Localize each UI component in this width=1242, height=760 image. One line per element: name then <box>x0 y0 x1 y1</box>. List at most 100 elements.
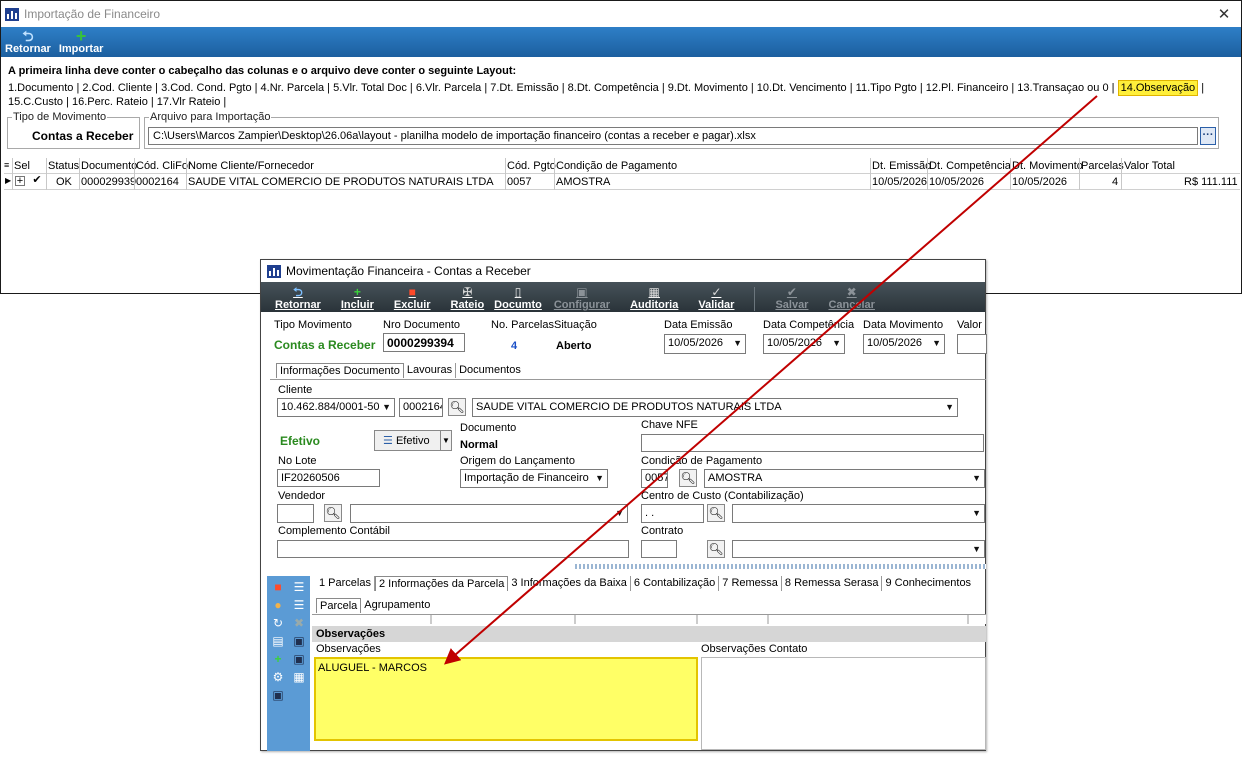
highlight-observacao: 14.Observação <box>1117 80 1199 96</box>
situacao-value: Aberto <box>556 340 592 352</box>
layout-heading: A primeira linha deve conter o cabeçalho… <box>8 65 517 77</box>
delete-icon: ■ <box>408 285 416 299</box>
plus-icon: + <box>75 26 87 46</box>
auditoria-button[interactable]: ▦ Auditoria <box>630 285 678 311</box>
delete-icon[interactable]: ■ <box>270 580 286 594</box>
retornar-button[interactable]: ⮌ Retornar <box>5 29 51 55</box>
browse-button[interactable]: ··· <box>1200 127 1216 145</box>
calendar-icon[interactable]: ▤ <box>270 634 286 648</box>
salvar-button[interactable]: ✔ Salvar <box>775 285 808 311</box>
search-icon[interactable]: 🔍︎ <box>448 398 466 416</box>
splitter-handle[interactable] <box>575 564 986 569</box>
tab-divider <box>270 379 986 380</box>
cond-pgto-cod-field[interactable]: 0057 <box>641 469 668 488</box>
import-window-title: Importação de Financeiro <box>24 7 161 21</box>
origem-dropdown[interactable]: Importação de Financeiro <box>460 469 608 488</box>
list-icon[interactable]: ☰ <box>291 580 307 594</box>
arquivo-group: Arquivo para Importação C:\Users\Marcos … <box>144 111 1219 149</box>
expand-icon[interactable]: + <box>15 176 25 187</box>
tab-remessa[interactable]: 7 Remessa <box>719 576 782 591</box>
movimentacao-window: Movimentação Financeira - Contas a Receb… <box>260 259 987 751</box>
validar-button[interactable]: ✓ Validar <box>698 285 734 311</box>
data-emissao-picker[interactable]: 10/05/2026 <box>664 334 746 354</box>
no-parcelas-value: 4 <box>511 340 518 352</box>
tipo-movimento-value: Contas a Receber <box>32 129 134 143</box>
cond-pgto-dropdown[interactable]: AMOSTRA <box>704 469 985 488</box>
configurar-button[interactable]: ▣ Configurar <box>554 285 610 311</box>
list-icon[interactable]: ☰ <box>291 598 307 612</box>
data-movimento-picker[interactable]: 10/05/2026 <box>863 334 945 354</box>
arquivo-path-input[interactable]: C:\Users\Marcos Zampier\Desktop\26.06a\l… <box>148 127 1198 145</box>
row-checkbox[interactable]: ✔ <box>32 175 42 186</box>
no-lote-field[interactable]: IF20260506 <box>277 469 380 487</box>
tab-parcela[interactable]: Parcela <box>316 598 362 613</box>
chave-nfe-field[interactable] <box>641 434 984 452</box>
undo-icon: ⮌ <box>293 285 303 299</box>
tab-parcelas[interactable]: 1 Parcelas <box>316 576 375 591</box>
incluir-button[interactable]: + Incluir <box>341 285 374 311</box>
gear-icon[interactable]: ⚙ <box>270 670 286 684</box>
tab-informacoes-documento[interactable]: Informações Documento <box>276 363 404 378</box>
left-toolbar: ■ ☰ ● ☰ ↻ ✖ ▤ ▣ + ▣ ⚙ ▦ ▣ <box>267 576 310 751</box>
tab-lavouras[interactable]: Lavouras <box>404 363 457 378</box>
search-icon[interactable]: 🔍︎ <box>707 504 725 522</box>
grid-icon[interactable]: ▦ <box>291 670 307 684</box>
printer-icon[interactable]: ▣ <box>291 634 307 648</box>
refresh-icon[interactable]: ↻ <box>270 616 286 630</box>
tab-conhecimentos[interactable]: 9 Conhecimentos <box>882 576 974 591</box>
documento-button[interactable]: ▯ Documto <box>494 285 542 311</box>
efetivo-button[interactable]: ☰ Efetivo ▼ <box>374 430 452 451</box>
contrato-dropdown[interactable] <box>732 540 985 558</box>
rateio-button[interactable]: ✠ Rateio <box>451 285 485 311</box>
tab-informacoes-baixa[interactable]: 3 Informações da Baixa <box>508 576 631 591</box>
columns-icon[interactable]: ≡ <box>4 160 9 170</box>
search-icon[interactable]: 🔍︎ <box>679 469 697 487</box>
centro-custo-dropdown[interactable] <box>732 504 985 523</box>
coins-icon[interactable]: ● <box>270 598 286 612</box>
cnpj-dropdown[interactable]: 10.462.884/0001-50 <box>277 398 395 417</box>
plus-icon[interactable]: + <box>270 652 286 666</box>
grid-icon: ▦ <box>648 285 660 299</box>
printer-icon[interactable]: ▣ <box>291 652 307 666</box>
layout-description: 1.Documento | 2.Cod. Cliente | 3.Cod. Co… <box>8 80 1205 108</box>
importar-button[interactable]: + Importar <box>59 26 104 55</box>
excluir-button[interactable]: ■ Excluir <box>394 285 431 311</box>
list-icon: ☰ <box>383 435 393 447</box>
tab-informacoes-parcela[interactable]: 2 Informações da Parcela <box>374 576 509 591</box>
cancelar-button[interactable]: ✖ Cancelar <box>828 285 874 311</box>
search-icon[interactable]: 🔍︎ <box>707 540 725 558</box>
tab-remessa-serasa[interactable]: 8 Remessa Serasa <box>782 576 883 591</box>
contrato-field[interactable] <box>641 540 677 558</box>
table-row[interactable]: ▶ + ✔ OK 000029939 0002164 SAUDE VITAL C… <box>4 174 1240 190</box>
tab-agrupamento[interactable]: Agrupamento <box>361 598 433 613</box>
save-icon: ✔ <box>786 285 797 299</box>
vendedor-dropdown[interactable] <box>350 504 628 523</box>
centro-custo-field[interactable]: . . <box>641 504 704 523</box>
app-icon <box>267 264 281 278</box>
import-window: Importação de Financeiro ✕ ⮌ Retornar + … <box>0 0 1242 294</box>
ribbon-separator <box>754 287 756 311</box>
observacoes-section-header: Observações <box>312 626 986 642</box>
tab-documentos[interactable]: Documentos <box>456 363 524 378</box>
tab-contabilizacao[interactable]: 6 Contabilização <box>631 576 720 591</box>
retornar-button[interactable]: ⮌ Retornar <box>275 285 321 311</box>
app-icon <box>5 7 19 21</box>
search-icon[interactable]: 🔍︎ <box>324 504 342 522</box>
complemento-contabil-field[interactable] <box>277 540 629 558</box>
plus-icon: + <box>353 285 361 299</box>
cod-cliente-field[interactable]: 0002164 <box>399 398 443 417</box>
nro-documento-field[interactable]: 0000299394 <box>383 333 465 352</box>
document-icon: ▯ <box>514 285 522 299</box>
valor-field[interactable] <box>957 334 987 354</box>
rateio-icon: ✠ <box>462 285 473 299</box>
chevron-down-icon[interactable]: ▼ <box>440 431 451 450</box>
close-icon[interactable]: ✖ <box>291 616 307 630</box>
cliente-nome-dropdown[interactable]: SAUDE VITAL COMERCIO DE PRODUTOS NATURAI… <box>472 398 958 417</box>
observacoes-contato-textarea[interactable] <box>701 657 986 750</box>
printer-icon[interactable]: ▣ <box>270 688 286 702</box>
movimentacao-ribbon: ⮌ Retornar + Incluir ■ Excluir ✠ Rateio ▯ Doc… <box>261 282 985 312</box>
vendedor-cod-field[interactable] <box>277 504 314 523</box>
observacoes-textarea[interactable]: ALUGUEL - MARCOS <box>314 657 698 741</box>
close-icon[interactable]: ✕ <box>1207 5 1241 23</box>
data-competencia-picker[interactable]: 10/05/2026 <box>763 334 845 354</box>
